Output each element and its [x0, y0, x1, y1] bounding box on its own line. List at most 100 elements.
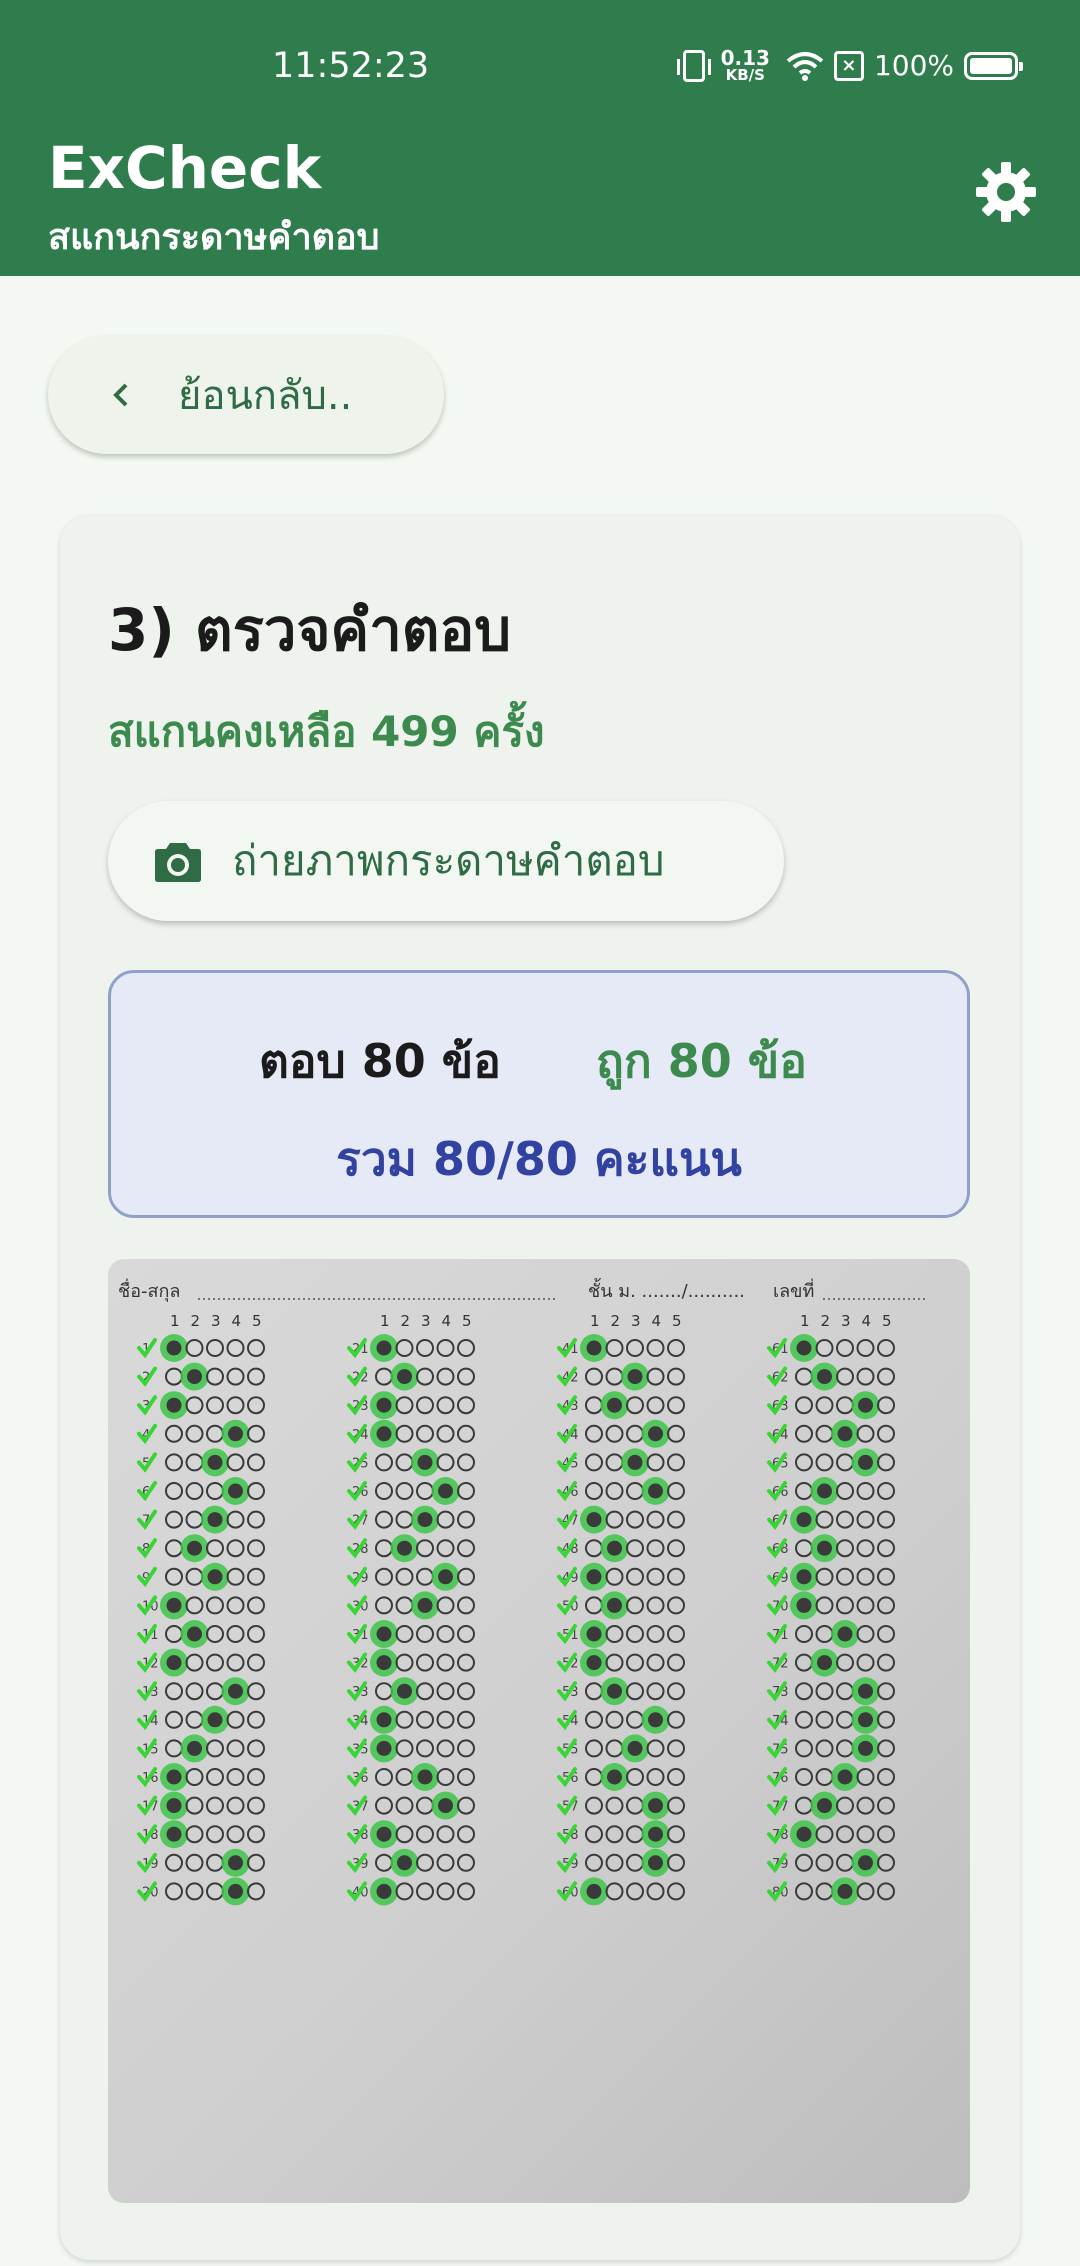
empty-bubble	[815, 1853, 834, 1872]
network-speed-unit: KB/S	[725, 66, 765, 84]
empty-bubble	[165, 1453, 183, 1472]
empty-bubble	[605, 1453, 624, 1472]
filled-bubble	[607, 1397, 622, 1413]
empty-bubble	[395, 1482, 414, 1500]
empty-bubble	[226, 1567, 245, 1586]
choice-label: 3	[631, 1312, 641, 1330]
empty-bubble	[605, 1653, 624, 1672]
empty-bubble	[605, 1796, 624, 1815]
filled-bubble	[796, 1569, 812, 1585]
empty-bubble	[165, 1710, 183, 1729]
empty-bubble	[416, 1625, 434, 1643]
empty-bubble	[815, 1710, 834, 1729]
empty-bubble	[416, 1653, 434, 1672]
empty-bubble	[436, 1768, 455, 1786]
empty-bubble	[836, 1339, 854, 1357]
empty-bubble	[836, 1825, 854, 1844]
gear-icon[interactable]	[974, 160, 1038, 224]
choice-label: 3	[211, 1312, 221, 1330]
empty-bubble	[436, 1367, 455, 1386]
empty-bubble	[226, 1653, 245, 1672]
empty-bubble	[856, 1653, 875, 1672]
empty-bubble	[626, 1339, 644, 1357]
empty-bubble	[856, 1796, 875, 1815]
empty-bubble	[605, 1567, 624, 1586]
empty-bubble	[795, 1796, 813, 1815]
empty-bubble	[815, 1825, 834, 1844]
empty-bubble	[877, 1339, 895, 1357]
empty-bubble	[457, 1567, 475, 1586]
empty-bubble	[416, 1796, 434, 1815]
empty-bubble	[795, 1682, 813, 1701]
empty-bubble	[795, 1882, 813, 1901]
empty-bubble	[226, 1796, 245, 1815]
empty-bubble	[226, 1539, 245, 1558]
empty-bubble	[856, 1768, 875, 1786]
empty-bubble	[605, 1825, 624, 1844]
empty-bubble	[605, 1424, 624, 1443]
filled-bubble	[858, 1712, 873, 1728]
empty-bubble	[585, 1482, 603, 1500]
empty-bubble	[836, 1710, 854, 1729]
empty-bubble	[247, 1339, 265, 1357]
empty-bubble	[626, 1424, 644, 1443]
empty-bubble	[416, 1396, 434, 1415]
filled-bubble	[187, 1626, 202, 1642]
chevron-left-icon	[113, 383, 128, 407]
filled-bubble	[648, 1483, 663, 1499]
empty-bubble	[877, 1739, 895, 1758]
empty-bubble	[226, 1768, 245, 1786]
filled-bubble	[417, 1769, 433, 1785]
empty-bubble	[165, 1539, 183, 1558]
empty-bubble	[395, 1882, 414, 1901]
choice-label: 2	[191, 1312, 201, 1330]
empty-bubble	[436, 1424, 455, 1443]
filled-bubble	[417, 1512, 433, 1528]
empty-bubble	[836, 1539, 854, 1558]
empty-bubble	[457, 1853, 475, 1872]
empty-bubble	[795, 1853, 813, 1872]
empty-bubble	[206, 1339, 224, 1357]
battery-percent: 100%	[873, 49, 954, 82]
choice-label: 1	[170, 1312, 180, 1330]
empty-bubble	[206, 1853, 224, 1872]
empty-bubble	[877, 1396, 895, 1415]
back-button-label: ย้อนกลับ..	[178, 373, 353, 419]
empty-bubble	[185, 1653, 204, 1672]
empty-bubble	[877, 1567, 895, 1586]
empty-bubble	[585, 1796, 603, 1815]
empty-bubble	[877, 1367, 895, 1386]
empty-bubble	[247, 1625, 265, 1643]
filled-bubble	[648, 1712, 663, 1728]
filled-bubble	[586, 1340, 602, 1356]
filled-bubble	[207, 1454, 223, 1470]
filled-bubble	[438, 1483, 453, 1499]
filled-bubble	[796, 1826, 812, 1842]
filled-bubble	[858, 1855, 873, 1871]
empty-bubble	[247, 1882, 265, 1901]
network-speed-value: 0.13	[720, 46, 770, 70]
take-photo-button[interactable]: ถ่ายภาพกระดาษคำตอบ	[108, 801, 784, 921]
empty-bubble	[436, 1653, 455, 1672]
empty-bubble	[457, 1882, 475, 1901]
vibrate-icon	[676, 49, 711, 82]
empty-bubble	[605, 1853, 624, 1872]
empty-bubble	[877, 1710, 895, 1729]
empty-bubble	[226, 1625, 245, 1643]
empty-bubble	[605, 1510, 624, 1529]
empty-bubble	[457, 1367, 475, 1386]
empty-bubble	[877, 1825, 895, 1844]
camera-icon	[155, 843, 201, 882]
empty-bubble	[626, 1567, 644, 1586]
empty-bubble	[375, 1367, 393, 1386]
empty-bubble	[626, 1653, 644, 1672]
empty-bubble	[165, 1682, 183, 1701]
empty-bubble	[877, 1453, 895, 1472]
empty-bubble	[836, 1796, 854, 1815]
filled-bubble	[228, 1483, 243, 1499]
empty-bubble	[815, 1453, 834, 1472]
empty-bubble	[626, 1853, 644, 1872]
back-button[interactable]: ย้อนกลับ..	[48, 336, 444, 454]
choice-label: 4	[442, 1312, 452, 1330]
filled-bubble	[166, 1397, 182, 1413]
